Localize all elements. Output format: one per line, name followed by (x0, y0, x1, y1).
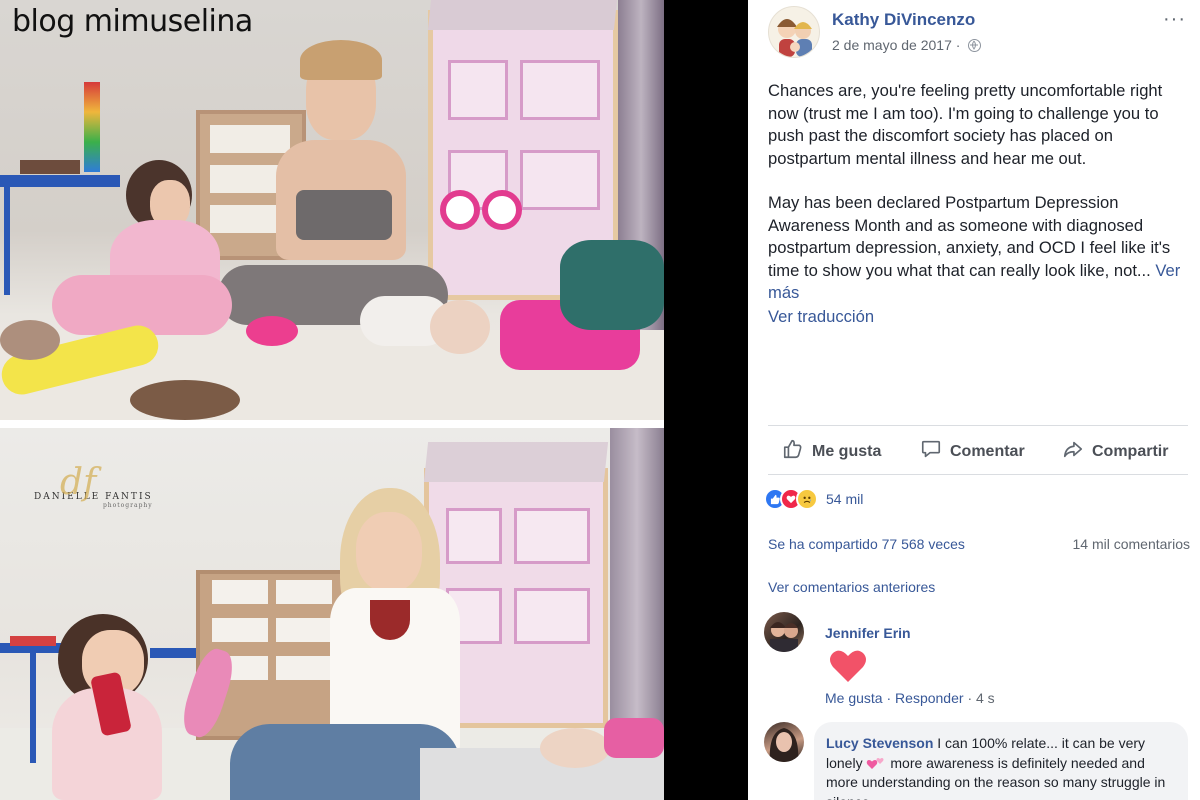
sad-reaction-icon (796, 488, 818, 510)
two-hearts-emoji-icon (866, 756, 886, 770)
heart-emoji-icon (828, 648, 868, 684)
post-paragraph-2: May has been declared Postpartum Depress… (768, 192, 1188, 305)
comment-reply-link[interactable]: Responder (895, 690, 964, 706)
see-translation-link[interactable]: Ver traducción (768, 306, 1188, 329)
comments-count-link[interactable]: 14 mil comentarios (1073, 536, 1191, 552)
view-previous-comments-link[interactable]: Ver comentarios anteriores (768, 579, 935, 595)
post-actions-bar: Me gusta Comentar Compartir (768, 425, 1188, 475)
post-meta: 2 de mayo de 2017 · (832, 37, 982, 53)
more-options-icon[interactable]: ··· (1163, 8, 1186, 31)
comment-label: Comentar (950, 442, 1025, 460)
reactions-count: 54 mil (826, 491, 864, 507)
after-photo: df DANIELLE FANTIS photography (0, 428, 664, 800)
comment-actions: Me gusta · Responder · 4 s (825, 690, 995, 706)
author-name[interactable]: Kathy DiVincenzo (832, 10, 975, 30)
comment-icon (920, 438, 942, 465)
commenter-avatar[interactable] (764, 722, 804, 762)
photographer-watermark: df DANIELLE FANTIS photography (34, 462, 153, 509)
comment-timestamp[interactable]: 4 s (976, 690, 995, 706)
comment-author-name[interactable]: Lucy Stevenson (826, 735, 933, 751)
post-paragraph-1: Chances are, you're feeling pretty uncom… (768, 81, 1163, 168)
share-arrow-icon (1062, 438, 1084, 465)
separator-dot: · (967, 690, 976, 706)
commenter-avatar[interactable] (764, 612, 804, 652)
comment-like-link[interactable]: Me gusta (825, 690, 883, 706)
like-label: Me gusta (812, 442, 882, 460)
separator-dot: · (886, 690, 896, 706)
comment-author-name[interactable]: Jennifer Erin (825, 625, 911, 641)
thumbs-up-icon (782, 438, 804, 465)
post-paragraph-2-text: May has been declared Postpartum Depress… (768, 193, 1171, 280)
shares-count-link[interactable]: Se ha compartido 77 568 veces (768, 536, 965, 552)
post-date[interactable]: 2 de mayo de 2017 · (832, 37, 960, 53)
author-avatar[interactable] (768, 6, 820, 58)
facebook-post: Kathy DiVincenzo 2 de mayo de 2017 · ···… (748, 0, 1200, 800)
black-separator (664, 0, 748, 800)
comment-bubble: Lucy Stevenson I can 100% relate... it c… (814, 722, 1188, 800)
share-button[interactable]: Compartir (1062, 438, 1168, 465)
reactions-summary[interactable]: 54 mil (764, 488, 863, 510)
before-photo (0, 0, 664, 420)
globe-icon (968, 39, 982, 52)
post-text: Chances are, you're feeling pretty uncom… (768, 80, 1188, 328)
photo-collage[interactable]: blog mimuselina df DANIELLE FANTIS photo… (0, 0, 664, 800)
comment-button[interactable]: Comentar (920, 438, 1025, 465)
share-label: Compartir (1092, 442, 1169, 460)
like-button[interactable]: Me gusta (782, 438, 881, 465)
blog-title-watermark: blog mimuselina (12, 4, 253, 39)
